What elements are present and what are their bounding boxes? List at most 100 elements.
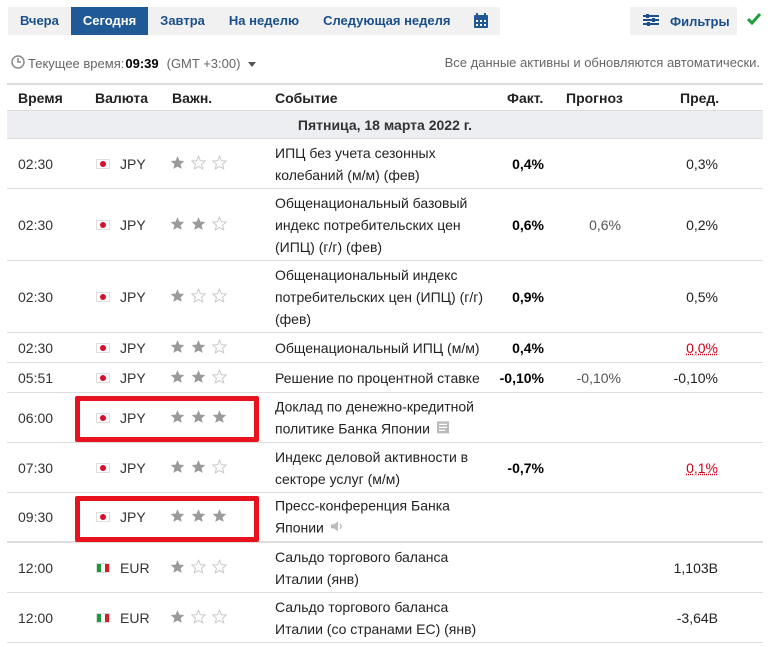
star-empty-icon bbox=[190, 558, 207, 576]
tab-yesterday[interactable]: Вчера bbox=[8, 7, 71, 35]
event-actual: 0,4% bbox=[512, 155, 544, 172]
event-name[interactable]: Пресс-конференция Банка Японии bbox=[275, 494, 490, 539]
table-row[interactable]: 02:30 JPY Общенациональный ИПЦ (м/м) 0,4% 0,… bbox=[7, 333, 763, 363]
event-name[interactable]: ИПЦ без учета сезонных колебаний (м/м) (… bbox=[275, 142, 490, 186]
table-row[interactable]: 12:00 EUR Сальдо торгового баланса Италии … bbox=[7, 543, 763, 593]
japan-flag-icon bbox=[96, 412, 110, 423]
event-name[interactable]: Общенациональный индекс потребительских … bbox=[275, 264, 490, 330]
star-filled-icon bbox=[170, 459, 185, 476]
event-actual: 0,6% bbox=[512, 216, 544, 233]
event-title[interactable]: Сальдо торгового баланса Италии (янв) bbox=[275, 549, 448, 587]
event-name[interactable]: Общенациональный ИПЦ (м/м) bbox=[275, 337, 490, 359]
event-previous: 0,5% bbox=[686, 288, 718, 305]
event-forecast: -0,10% bbox=[576, 369, 621, 386]
importance-stars bbox=[170, 458, 228, 476]
importance-stars bbox=[170, 215, 228, 233]
event-currency: JPY bbox=[120, 459, 146, 476]
event-title[interactable]: Индекс деловой активности в секторе услу… bbox=[275, 449, 468, 487]
event-previous[interactable]: 0,1% bbox=[686, 460, 718, 476]
table-row[interactable]: 07:30 JPY Индекс деловой активности в сект… bbox=[7, 443, 763, 493]
event-title[interactable]: Решение по процентной ставке bbox=[275, 370, 480, 386]
star-empty-icon bbox=[190, 608, 207, 626]
tab-next-week[interactable]: Следующая неделя bbox=[311, 7, 462, 35]
event-name[interactable]: Общенациональный базовый индекс потребит… bbox=[275, 192, 490, 258]
star-filled-icon bbox=[170, 559, 185, 576]
event-time: 09:30 bbox=[18, 509, 54, 525]
event-title[interactable]: Общенациональный базовый индекс потребит… bbox=[275, 195, 467, 255]
event-currency: EUR bbox=[120, 609, 150, 626]
current-time-bar[interactable]: Текущее время: 09:39 (GMT +3:00) bbox=[11, 55, 257, 72]
clock-icon bbox=[11, 55, 25, 72]
chevron-down-icon[interactable] bbox=[248, 56, 257, 71]
tab-this-week[interactable]: На неделю bbox=[217, 7, 311, 35]
filters-button[interactable]: Фильтры bbox=[630, 7, 737, 35]
event-previous: -0,10% bbox=[673, 369, 718, 386]
event-time: 02:30 bbox=[18, 155, 54, 172]
current-time-label: Текущее время: bbox=[28, 56, 125, 71]
calendar-icon[interactable] bbox=[462, 7, 500, 35]
star-empty-icon bbox=[211, 338, 228, 356]
event-previous: -3,64B bbox=[676, 609, 718, 626]
italy-flag-icon bbox=[96, 612, 110, 623]
star-filled-icon bbox=[170, 409, 185, 426]
event-actual: 0,9% bbox=[512, 288, 544, 305]
importance-stars bbox=[170, 409, 227, 426]
event-title[interactable]: Общенациональный ИПЦ (м/м) bbox=[275, 340, 480, 356]
star-empty-icon bbox=[211, 154, 228, 172]
table-row[interactable]: 05:51 JPY Решение по процентной ставке -0,1… bbox=[7, 363, 763, 393]
event-currency: JPY bbox=[120, 369, 146, 386]
event-previous[interactable]: 0,0% bbox=[686, 340, 718, 356]
event-name[interactable]: Решение по процентной ставке bbox=[275, 367, 490, 389]
importance-stars bbox=[170, 287, 228, 305]
tab-tomorrow[interactable]: Завтра bbox=[148, 7, 217, 35]
star-filled-icon bbox=[212, 409, 227, 426]
event-title[interactable]: Пресс-конференция Банка Японии bbox=[275, 497, 450, 535]
table-row[interactable]: 09:30 JPY Пресс-конференция Банка Японии bbox=[7, 493, 763, 543]
tab-today[interactable]: Сегодня bbox=[70, 7, 149, 35]
star-empty-icon bbox=[190, 154, 207, 172]
japan-flag-icon bbox=[96, 158, 110, 169]
event-title[interactable]: Общенациональный индекс потребительских … bbox=[275, 267, 483, 327]
event-name[interactable]: Сальдо торгового баланса Италии (со стра… bbox=[275, 596, 490, 640]
event-forecast: 0,6% bbox=[589, 216, 621, 233]
event-actual: 0,4% bbox=[512, 339, 544, 356]
star-filled-icon bbox=[170, 155, 185, 172]
table-row[interactable]: 06:00 JPY Доклад по денежно-кредитной поли… bbox=[7, 393, 763, 443]
star-filled-icon bbox=[170, 288, 185, 305]
event-time: 06:00 bbox=[18, 409, 54, 426]
star-empty-icon bbox=[211, 558, 228, 576]
speaker-icon[interactable] bbox=[330, 518, 344, 540]
event-time: 02:30 bbox=[18, 339, 54, 356]
star-filled-icon bbox=[170, 216, 185, 233]
japan-flag-icon bbox=[96, 462, 110, 473]
event-currency: JPY bbox=[120, 509, 146, 525]
day-tabs: Вчера Сегодня Завтра На неделю Следующая… bbox=[8, 7, 501, 35]
current-time-value: 09:39 bbox=[125, 56, 159, 71]
column-currency: Валюта bbox=[95, 90, 149, 106]
table-row[interactable]: 02:30 JPY ИПЦ без учета сезонных колебаний… bbox=[7, 139, 763, 189]
event-currency: EUR bbox=[120, 559, 150, 576]
table-row[interactable]: 02:30 JPY Общенациональный индекс потребит… bbox=[7, 261, 763, 333]
event-previous: 0,2% bbox=[686, 216, 718, 233]
event-actual: -0,7% bbox=[507, 459, 544, 476]
event-actual: -0,10% bbox=[499, 369, 544, 386]
star-filled-icon bbox=[191, 509, 206, 526]
table-row[interactable]: 02:30 JPY Общенациональный базовый индекс … bbox=[7, 189, 763, 261]
event-currency: JPY bbox=[120, 216, 146, 233]
event-name[interactable]: Доклад по денежно-кредитной политике Бан… bbox=[275, 395, 490, 440]
star-empty-icon bbox=[190, 287, 207, 305]
star-filled-icon bbox=[191, 409, 206, 426]
japan-flag-icon bbox=[96, 342, 110, 353]
table-row[interactable]: 12:00 EUR Сальдо торгового баланса Италии … bbox=[7, 593, 763, 643]
italy-flag-icon bbox=[96, 562, 110, 573]
event-name[interactable]: Сальдо торгового баланса Италии (янв) bbox=[275, 546, 490, 590]
event-time: 12:00 bbox=[18, 609, 54, 626]
date-header: Пятница, 18 марта 2022 г. bbox=[7, 111, 763, 139]
event-name[interactable]: Индекс деловой активности в секторе услу… bbox=[275, 446, 490, 490]
star-filled-icon bbox=[212, 509, 227, 526]
event-title[interactable]: ИПЦ без учета сезонных колебаний (м/м) (… bbox=[275, 145, 436, 183]
event-title[interactable]: Сальдо торгового баланса Италии (со стра… bbox=[275, 599, 476, 637]
column-forecast: Прогноз bbox=[566, 90, 623, 106]
document-icon[interactable] bbox=[436, 418, 450, 440]
event-time: 05:51 bbox=[18, 369, 54, 386]
